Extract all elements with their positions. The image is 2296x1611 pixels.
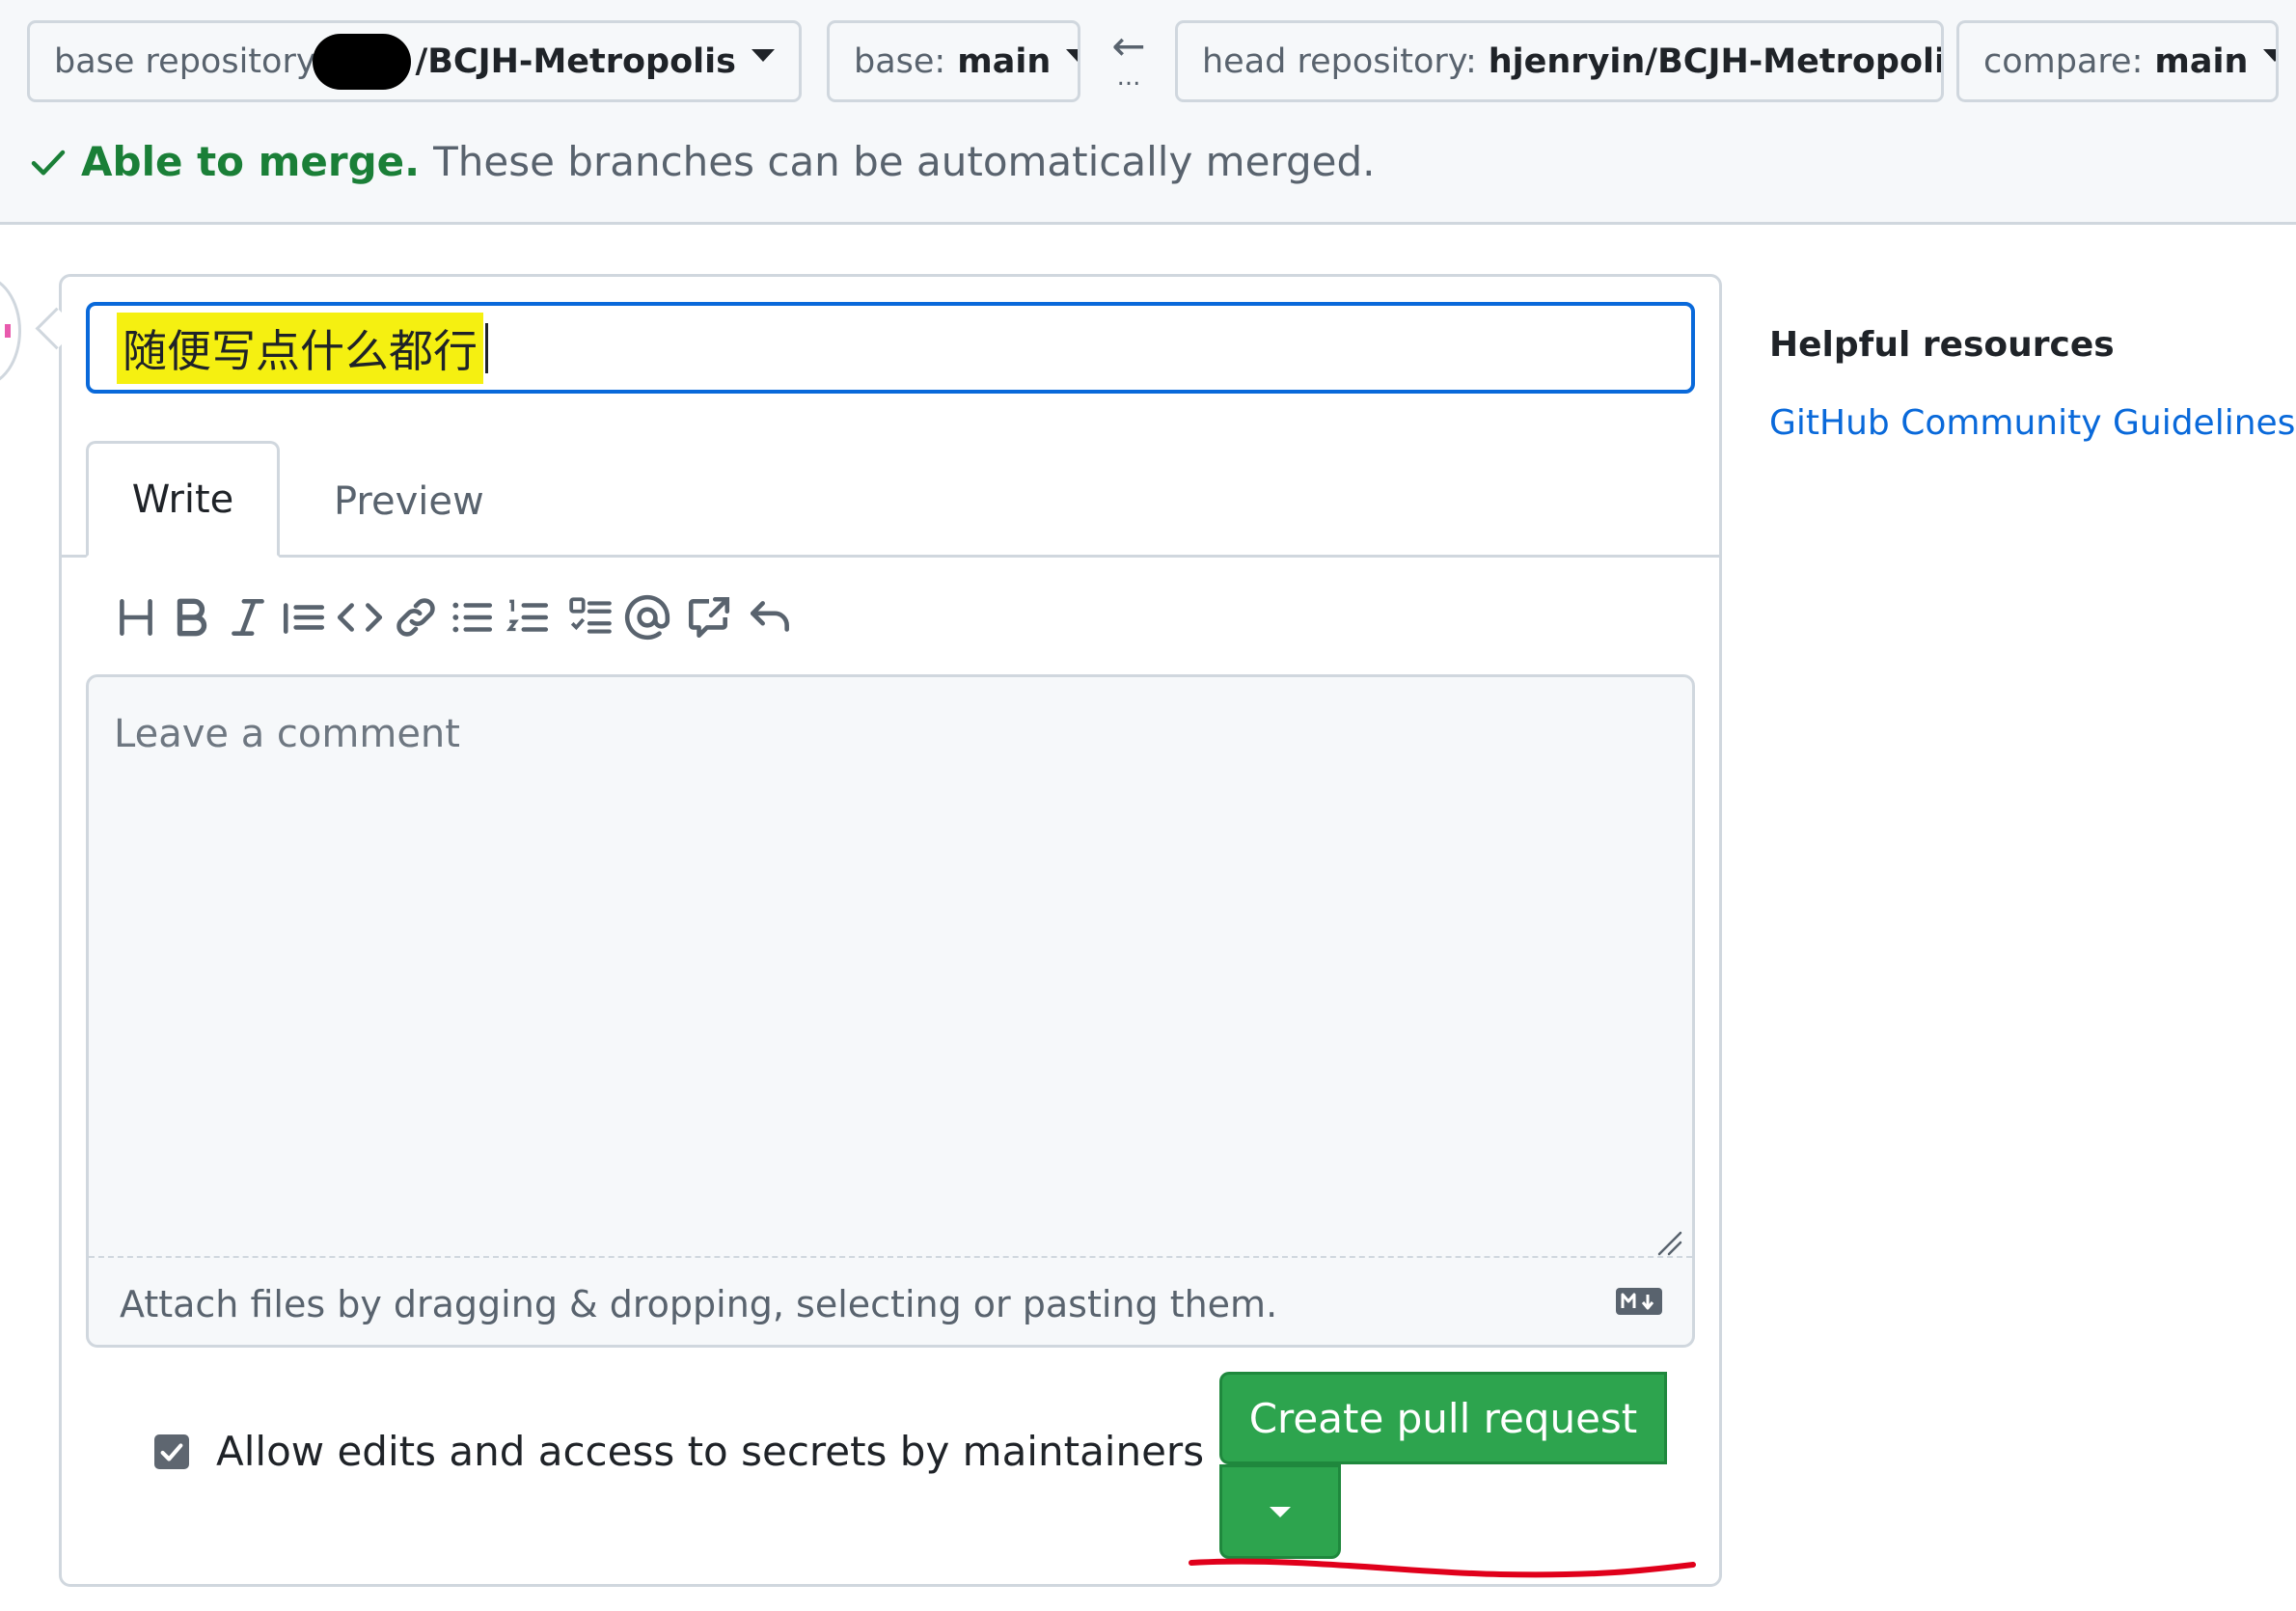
tab-preview[interactable]: Preview [309,463,509,540]
arrow-left-icon: ← [1111,22,1146,69]
bulleted-list-icon[interactable] [444,584,500,651]
community-guidelines-link[interactable]: GitHub Community Guidelines [1769,403,2295,443]
compare-branch-label: compare: [1983,41,2144,81]
compare-direction: ← ... [1105,25,1153,102]
caret-down-icon [1270,1506,1291,1517]
markdown-icon[interactable] [1615,1287,1663,1316]
allow-edits-checkbox[interactable] [154,1434,189,1469]
allow-edits-row: Allow edits and access to secrets by mai… [154,1428,1271,1475]
base-repository-value: /BCJH-Metropolis [415,41,736,81]
title-input[interactable]: 随便写点什么都行 [86,302,1695,394]
merge-ok-text: Able to merge. [81,138,421,185]
check-icon [160,1442,183,1461]
check-icon [31,150,66,175]
italic-icon[interactable] [220,584,276,651]
compare-bar: base repository /BCJH-Metropolis base: m… [0,0,2296,225]
annotation-underline [1189,1558,1696,1578]
comment-placeholder: Leave a comment [114,712,460,756]
attach-divider [89,1256,1692,1258]
merge-status: Able to merge. These branches can be aut… [29,138,1375,185]
caret-down-icon [2263,49,2276,62]
create-pull-request-button[interactable]: Create pull request [1219,1372,1667,1464]
caret-down-icon [1066,49,1078,62]
mention-icon[interactable] [619,584,675,651]
base-branch-select[interactable]: base: main [827,20,1080,102]
redaction-mark [312,33,412,90]
heading-icon[interactable] [108,584,164,651]
allow-edits-label[interactable]: Allow edits and access to secrets by mai… [216,1428,1204,1475]
head-repository-select[interactable]: head repository: hjenryin/BCJH-Metropoli… [1175,20,1944,102]
attach-files-text[interactable]: Attach files by dragging & dropping, sel… [120,1283,1277,1325]
title-value: 随便写点什么都行 [117,312,483,384]
compare-branch-select[interactable]: compare: main [1956,20,2279,102]
ellipsis-icon: ... [1116,63,1141,92]
merge-description: These branches can be automatically merg… [433,138,1376,185]
comment-textarea[interactable]: Leave a comment Attach files by dragging… [86,674,1695,1348]
undo-icon[interactable] [743,584,799,651]
head-repository-label: head repository: [1202,41,1477,81]
caret-down-icon [752,49,775,62]
resize-handle-icon[interactable] [1654,1227,1682,1256]
text-cursor [485,322,488,373]
base-repository-select[interactable]: base repository /BCJH-Metropolis [27,20,802,102]
head-repository-value: hjenryin/BCJH-Metropolis [1488,41,1944,81]
code-icon[interactable] [332,584,388,651]
base-repository-label: base repository [54,41,316,81]
bold-icon[interactable] [164,584,220,651]
quote-icon[interactable] [276,584,332,651]
tab-divider [62,555,1719,558]
avatar [0,275,21,387]
base-branch-value: main [957,41,1052,81]
tab-write[interactable]: Write [86,441,280,558]
helpful-resources-heading: Helpful resources [1769,325,2115,365]
task-list-icon[interactable] [563,584,619,651]
link-icon[interactable] [388,584,444,651]
compare-branch-value: main [2154,41,2249,81]
reference-icon[interactable] [681,584,737,651]
base-branch-label: base: [854,41,946,81]
numbered-list-icon[interactable] [500,584,556,651]
